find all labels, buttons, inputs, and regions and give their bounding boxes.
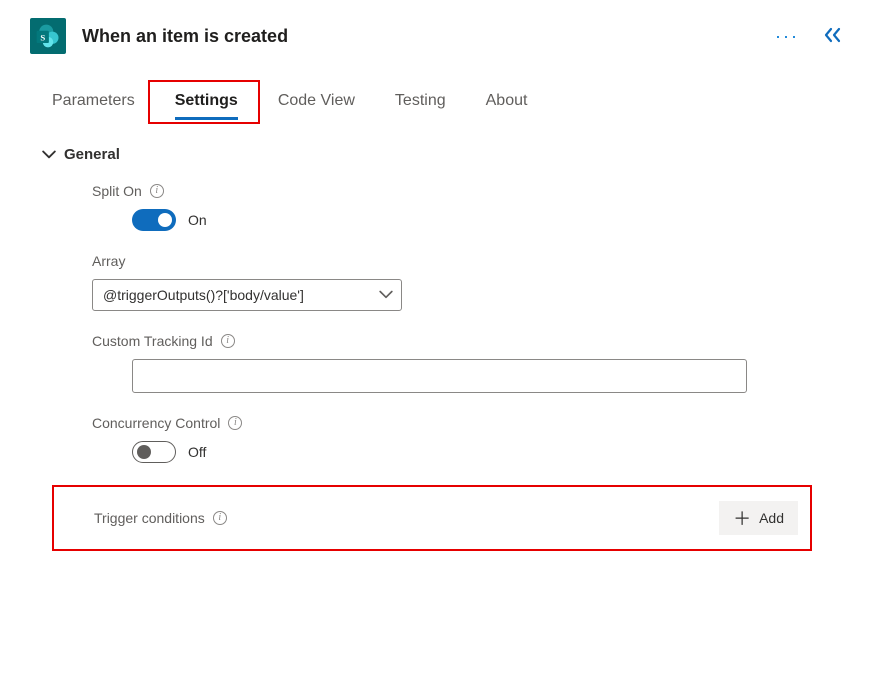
concurrency-toggle[interactable] (132, 441, 176, 463)
tab-settings[interactable]: Settings (155, 84, 258, 120)
info-icon[interactable]: i (221, 334, 235, 348)
chevron-down-icon (379, 288, 393, 302)
tab-parameters[interactable]: Parameters (32, 84, 155, 120)
split-on-label: Split On (92, 183, 142, 199)
split-on-state: On (188, 212, 207, 228)
split-on-toggle[interactable] (132, 209, 176, 231)
settings-form: Split On i On Array @triggerOutputs()?['… (42, 183, 843, 551)
collapse-icon[interactable] (823, 27, 843, 46)
tab-code-view[interactable]: Code View (258, 84, 375, 120)
card-header: S When an item is created ··· (30, 18, 843, 54)
info-icon[interactable]: i (213, 511, 227, 525)
field-custom-tracking-id: Custom Tracking Id i (92, 333, 843, 393)
tab-bar: Parameters Settings Code View Testing Ab… (30, 84, 843, 120)
header-left: S When an item is created (30, 18, 288, 54)
custom-tracking-id-input[interactable] (132, 359, 747, 393)
add-trigger-condition-button[interactable]: ＋ Add (719, 501, 798, 535)
custom-tracking-id-label: Custom Tracking Id (92, 333, 213, 349)
array-label: Array (92, 253, 125, 269)
trigger-conditions-label: Trigger conditions (94, 510, 205, 526)
card-title: When an item is created (82, 26, 288, 47)
tab-about[interactable]: About (466, 84, 548, 120)
concurrency-state: Off (188, 444, 206, 460)
sharepoint-icon: S (30, 18, 66, 54)
field-array: Array @triggerOutputs()?['body/value'] (92, 253, 843, 311)
field-split-on: Split On i On (92, 183, 843, 231)
chevron-down-icon (42, 148, 56, 162)
info-icon[interactable]: i (150, 184, 164, 198)
more-options-icon[interactable]: ··· (775, 26, 799, 47)
array-select[interactable]: @triggerOutputs()?['body/value'] (92, 279, 402, 311)
add-button-label: Add (759, 510, 784, 526)
array-value: @triggerOutputs()?['body/value'] (103, 287, 304, 303)
section-general: General Split On i On Array @triggerOutp… (30, 146, 843, 551)
header-actions: ··· (775, 26, 843, 47)
concurrency-label: Concurrency Control (92, 415, 220, 431)
tab-testing[interactable]: Testing (375, 84, 466, 120)
plus-icon: ＋ (733, 505, 751, 531)
info-icon[interactable]: i (228, 416, 242, 430)
annotation-highlight-trigger: Trigger conditions i ＋ Add (52, 485, 812, 551)
svg-text:S: S (40, 32, 45, 42)
field-concurrency: Concurrency Control i Off (92, 415, 843, 463)
section-title: General (64, 146, 120, 163)
section-toggle-general[interactable]: General (42, 146, 843, 163)
